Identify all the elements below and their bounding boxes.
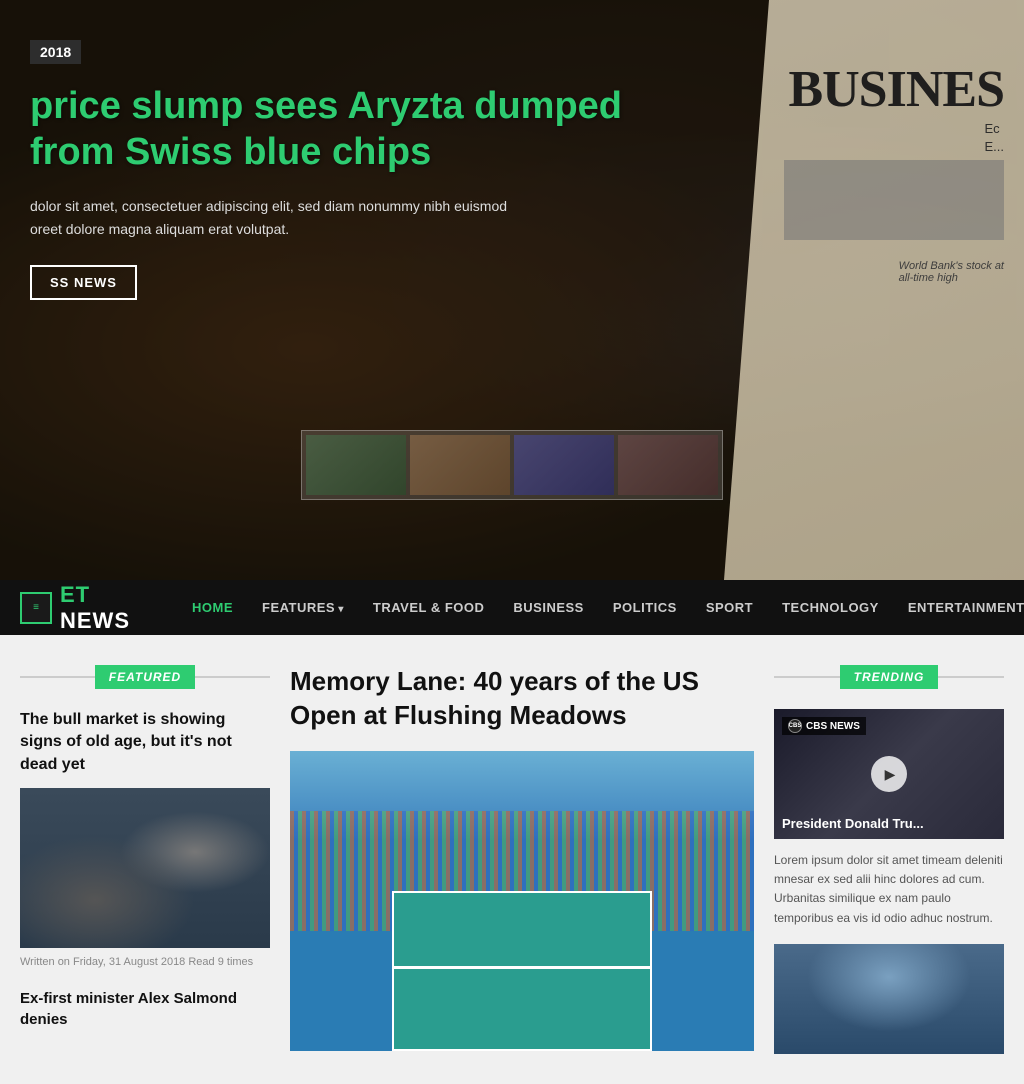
featured-article-meta: Written on Friday, 31 August 2018 Read 9…: [20, 956, 270, 968]
nav-politics[interactable]: POLITICS: [601, 592, 689, 623]
featured-column: FEATURED The bull market is showing sign…: [20, 665, 270, 1054]
hero-thumb-3[interactable]: [514, 435, 614, 495]
featured-header-line-left: [20, 676, 95, 678]
main-article-column: Memory Lane: 40 years of the US Open at …: [290, 665, 754, 1054]
hero-section: BUSINES Ec E... World Bank's stock at al…: [0, 0, 1024, 580]
featured-header: FEATURED: [20, 665, 270, 689]
newspaper-sub: Ec E...: [984, 120, 1004, 156]
hero-button[interactable]: SS NEWS: [30, 265, 137, 300]
video-title: President Donald Tru...: [782, 816, 996, 831]
nav-travel-food[interactable]: TRAVEL & FOOD: [361, 592, 496, 623]
court-net: [392, 966, 652, 969]
hero-date: 2018: [30, 40, 81, 64]
nav-entertainment[interactable]: ENTERTAINMENT: [896, 592, 1024, 623]
main-article-image[interactable]: [290, 751, 754, 1051]
nav-technology[interactable]: TECHNOLOGY: [770, 592, 891, 623]
navbar: ≡ ET NEWS HOME FEATURES TRAVEL & FOOD BU…: [0, 580, 1024, 635]
trending-video[interactable]: CBS CBS NEWS President Donald Tru...: [774, 709, 1004, 839]
hero-excerpt: dolor sit amet, consectetuer adipiscing …: [30, 195, 510, 240]
logo-icon: ≡: [20, 592, 52, 624]
nav-features[interactable]: FEATURES: [250, 592, 356, 623]
trending-badge: TRENDING: [840, 665, 939, 689]
logo[interactable]: ≡ ET NEWS: [20, 582, 130, 634]
trending-image-2[interactable]: [774, 944, 1004, 1054]
featured-badge: FEATURED: [95, 665, 195, 689]
featured-article-image[interactable]: [20, 788, 270, 948]
newspaper-title: BUSINES: [788, 60, 1004, 119]
hero-newspaper: BUSINES Ec E... World Bank's stock at al…: [724, 0, 1024, 580]
trending-description: Lorem ipsum dolor sit amet timeam deleni…: [774, 851, 1004, 928]
hero-title: price slump sees Aryzta dumped from Swis…: [30, 84, 670, 175]
video-source-label: CBS CBS NEWS: [782, 717, 866, 735]
trending-header: TRENDING: [774, 665, 1004, 689]
trending-header-line-right: [938, 676, 1004, 678]
hero-content: 2018 price slump sees Aryzta dumped from…: [0, 0, 700, 340]
trending-header-line-left: [774, 676, 840, 678]
logo-et: ET: [60, 582, 90, 607]
featured-image-bg: [20, 788, 270, 948]
featured-article-title[interactable]: The bull market is showing signs of old …: [20, 709, 270, 776]
court-surface: [392, 891, 652, 1051]
hero-thumb-1[interactable]: [306, 435, 406, 495]
newspaper-caption: World Bank's stock at all-time high: [899, 260, 1004, 284]
nav-sport[interactable]: SPORT: [694, 592, 765, 623]
video-play-button[interactable]: [871, 756, 907, 792]
main-article-title[interactable]: Memory Lane: 40 years of the US Open at …: [290, 665, 754, 733]
nav-business[interactable]: BUSINESS: [501, 592, 595, 623]
hero-thumb-4[interactable]: [618, 435, 718, 495]
featured-header-line-right: [195, 676, 270, 678]
nav-home[interactable]: HOME: [180, 592, 245, 623]
tennis-court-bg: [290, 751, 754, 1051]
trending-image-2-bg: [774, 944, 1004, 1054]
newspaper-image: [784, 160, 1004, 240]
hero-thumb-2[interactable]: [410, 435, 510, 495]
nav-links: HOME FEATURES TRAVEL & FOOD BUSINESS POL…: [180, 592, 1024, 623]
main-content: FEATURED The bull market is showing sign…: [0, 635, 1024, 1084]
trending-column: TRENDING CBS CBS NEWS President Donald T…: [774, 665, 1004, 1054]
logo-icon-text: ≡: [33, 603, 39, 613]
hero-thumbnails: [301, 430, 723, 500]
logo-text: ET NEWS: [60, 582, 130, 634]
cbs-logo-icon: CBS: [788, 719, 802, 733]
